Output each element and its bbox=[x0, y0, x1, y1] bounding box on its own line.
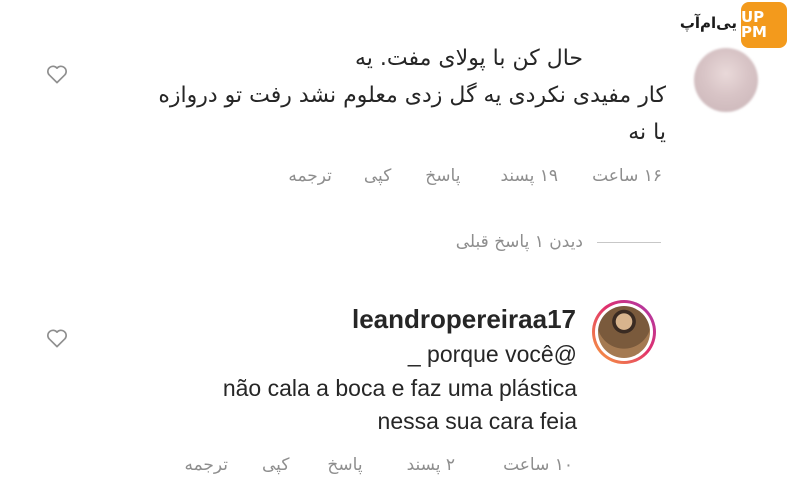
heart-icon[interactable] bbox=[46, 64, 68, 84]
copy-button[interactable]: کپی bbox=[364, 166, 391, 186]
copy-button[interactable]: کپی bbox=[262, 455, 289, 475]
comment-text-line: یا نه bbox=[628, 120, 666, 145]
comment-text-line: کار مفیدی نکردی یه گل زدی معلوم نشد رفت … bbox=[158, 83, 666, 108]
comment-username[interactable]: leandropereiraa17 bbox=[352, 304, 576, 335]
watermark-logo: UP PM bbox=[741, 2, 787, 48]
comment-text-line: _ porque você@ bbox=[407, 341, 577, 367]
avatar[interactable] bbox=[592, 300, 656, 364]
like-count-button[interactable]: ۲ پسند bbox=[407, 455, 456, 475]
view-previous-replies-button[interactable]: دیدن ۱ پاسخ قبلی bbox=[456, 232, 661, 252]
replies-divider bbox=[597, 241, 661, 243]
comment-meta: ۱۰ ساعت ۲ پسند پاسخ کپی ترجمه bbox=[184, 455, 573, 475]
view-replies-label: دیدن ۱ پاسخ قبلی bbox=[455, 232, 583, 252]
reply-button[interactable]: پاسخ bbox=[327, 455, 362, 475]
translate-button[interactable]: ترجمه bbox=[288, 166, 332, 186]
comment-time: ۱۶ ساعت bbox=[592, 166, 662, 186]
heart-icon[interactable] bbox=[46, 328, 68, 348]
comment-text-line: حال کن با پولای مفت. یه bbox=[355, 46, 583, 71]
watermark-text: یی‌ام‌آپ bbox=[679, 14, 737, 32]
like-count-button[interactable]: ۱۹ پسند bbox=[500, 166, 558, 186]
translate-button[interactable]: ترجمه bbox=[184, 455, 228, 475]
comment-meta: ۱۶ ساعت ۱۹ پسند پاسخ کپی ترجمه bbox=[288, 166, 662, 186]
comment-text-line: nessa sua cara feia bbox=[377, 408, 577, 434]
reply-button[interactable]: پاسخ bbox=[425, 166, 460, 186]
watermark: یی‌ام‌آپ UP PM bbox=[679, 2, 787, 50]
avatar[interactable] bbox=[694, 48, 758, 112]
comment-time: ۱۰ ساعت bbox=[503, 455, 573, 475]
comment-text-line: não cala a boca e faz uma plástica bbox=[222, 375, 577, 401]
profile-photo bbox=[598, 306, 650, 358]
